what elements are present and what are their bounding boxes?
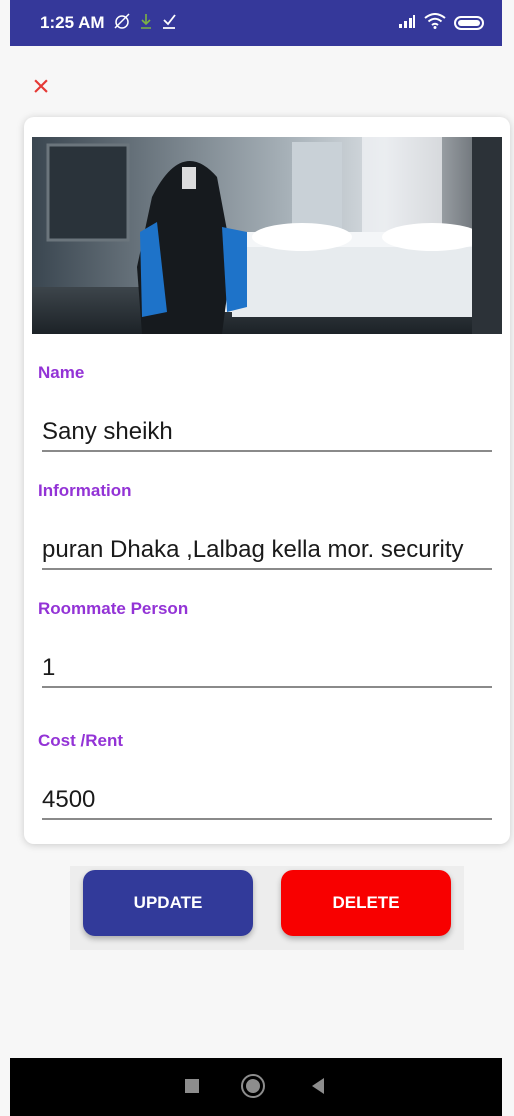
wifi-icon	[424, 12, 446, 34]
roommate-field[interactable]: 1	[42, 654, 492, 682]
status-time: 1:25 AM	[40, 13, 105, 32]
navigation-bar	[10, 1058, 502, 1116]
room-photo	[32, 137, 502, 334]
home-icon[interactable]	[241, 1074, 265, 1098]
status-right	[398, 12, 484, 34]
update-button[interactable]: UPDATE	[83, 870, 253, 936]
recent-apps-icon[interactable]	[185, 1079, 199, 1093]
name-label: Name	[38, 363, 85, 382]
status-bar: 1:25 AM	[10, 0, 502, 46]
roommate-field-underline	[42, 686, 492, 688]
cost-field[interactable]: 4500	[42, 786, 492, 814]
information-field-underline	[42, 568, 492, 570]
close-icon[interactable]: ×	[26, 72, 56, 102]
information-field[interactable]: puran Dhaka ,Lalbag kella mor. security	[42, 536, 492, 564]
download-done-icon	[161, 12, 177, 35]
battery-icon	[454, 16, 484, 30]
roommate-label: Roommate Person	[38, 599, 189, 618]
name-field-underline	[42, 450, 492, 452]
delete-button[interactable]: DELETE	[281, 870, 451, 936]
alarm-off-icon	[113, 12, 131, 35]
room-details-card: Name Sany sheikh Information puran Dhaka…	[24, 117, 510, 844]
status-left: 1:25 AM	[40, 12, 177, 35]
cost-field-underline	[42, 818, 492, 820]
signal-icon	[398, 13, 416, 34]
information-label: Information	[38, 481, 132, 500]
name-field[interactable]: Sany sheikh	[42, 418, 492, 446]
back-icon[interactable]	[312, 1078, 324, 1094]
cost-label: Cost /Rent	[38, 731, 123, 750]
download-icon	[139, 12, 153, 35]
